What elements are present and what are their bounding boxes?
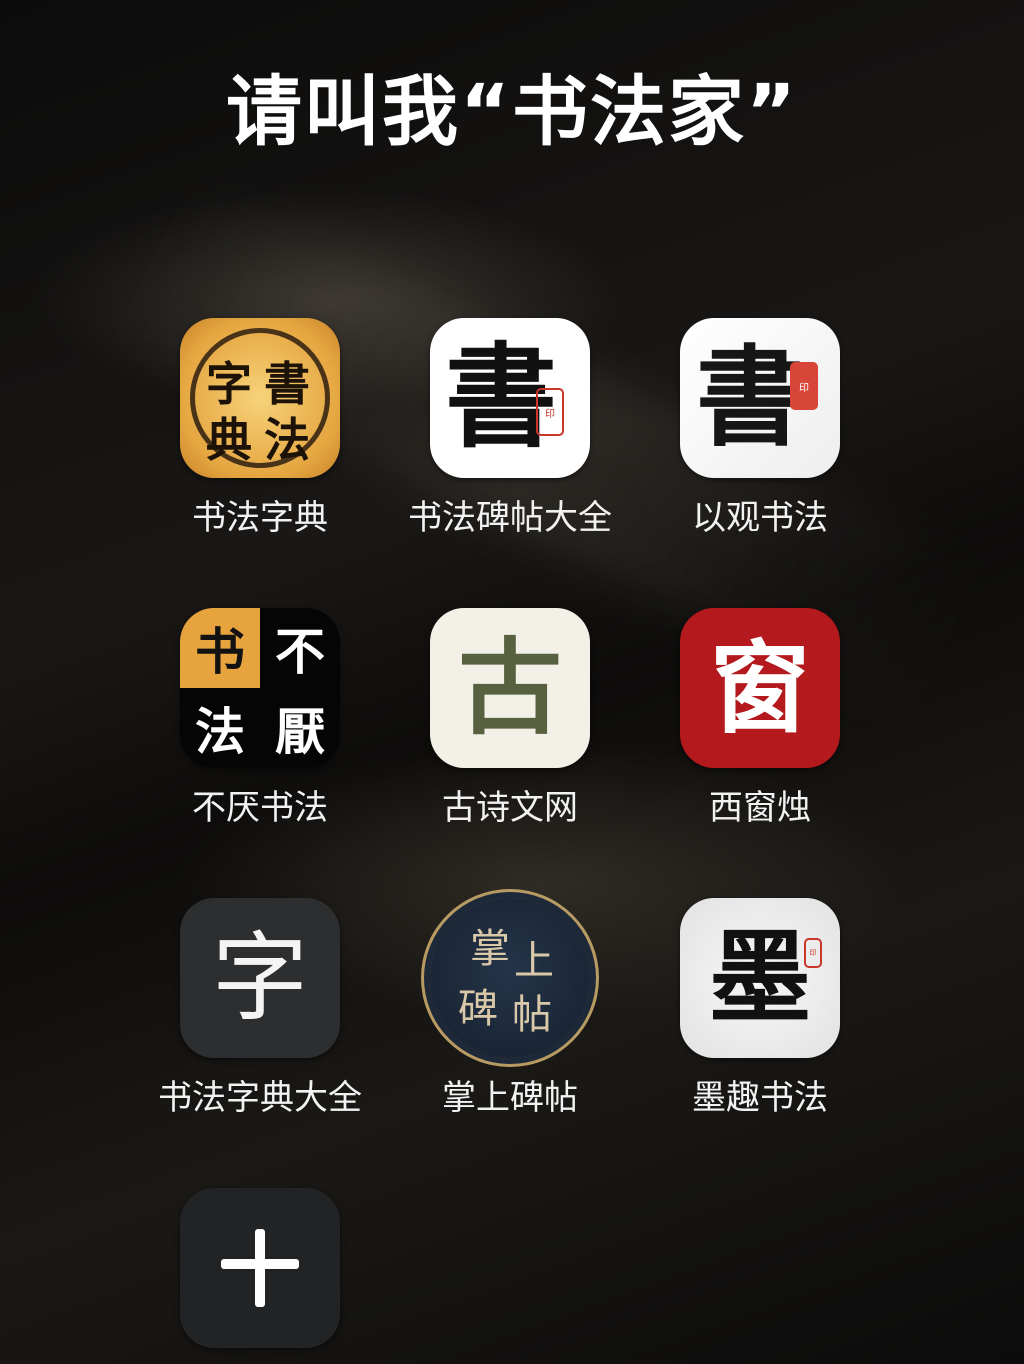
zidian-icon[interactable]: 字 書 典 法 xyxy=(180,318,340,478)
app-tile-zhangshang-beitie[interactable]: 掌 上 碑 帖 掌上碑帖 xyxy=(385,898,635,1148)
app-tile-xichuangzhu[interactable]: 窗 西窗烛 xyxy=(635,608,885,858)
yiguan-glyph: 書 xyxy=(695,335,804,461)
app-tile-moqu[interactable]: 墨 印 墨趣书法 xyxy=(635,898,885,1148)
zhangshang-glyph-3: 碑 xyxy=(458,986,498,1032)
beitie-icon[interactable]: 書 印 xyxy=(430,318,590,478)
zhangshang-icon[interactable]: 掌 上 碑 帖 xyxy=(430,898,590,1058)
zhangshang-glyph-2: 上 xyxy=(514,938,554,984)
plus-icon xyxy=(221,1229,299,1307)
add-app-button[interactable] xyxy=(180,1188,340,1348)
moqu-icon[interactable]: 墨 印 xyxy=(680,898,840,1058)
app-tile-beitie-daquan[interactable]: 書 印 书法碑帖大全 xyxy=(385,318,635,568)
app-label: 以观书法 xyxy=(692,498,828,538)
buyan-glyph-1: 书 xyxy=(180,608,260,688)
red-seal-icon: 印 xyxy=(536,388,564,436)
app-tile-buyan[interactable]: 书 不 法 厭 不厌书法 xyxy=(135,608,385,858)
zhangshang-glyph-1: 掌 xyxy=(470,926,510,972)
xichuang-glyph: 窗 xyxy=(710,629,810,747)
buyan-icon[interactable]: 书 不 法 厭 xyxy=(180,608,340,768)
app-grid: 字 書 典 法 书法字典 書 印 书法碑帖大全 書 印 以观书法 书 不 法 厭… xyxy=(0,0,1024,1364)
app-tile-zidian-daquan[interactable]: 字 书法字典大全 xyxy=(135,898,385,1148)
red-seal-icon: 印 xyxy=(804,938,822,968)
app-tile-shufa-zidian[interactable]: 字 書 典 法 书法字典 xyxy=(135,318,385,568)
yiguan-icon[interactable]: 書 印 xyxy=(680,318,840,478)
app-tile-yiguan[interactable]: 書 印 以观书法 xyxy=(635,318,885,568)
buyan-glyph-3: 法 xyxy=(195,702,245,761)
zidian-glyph-3: 典 xyxy=(206,413,252,467)
app-tile-gushiwen[interactable]: 古 古诗文网 xyxy=(385,608,635,858)
buyan-glyph-4: 厭 xyxy=(275,702,325,761)
app-label: 西窗烛 xyxy=(709,788,811,828)
add-app-tile[interactable] xyxy=(135,1188,385,1348)
app-label: 墨趣书法 xyxy=(692,1078,828,1118)
moqu-glyph: 墨 xyxy=(709,918,811,1038)
gushi-icon[interactable]: 古 xyxy=(430,608,590,768)
xichuang-icon[interactable]: 窗 xyxy=(680,608,840,768)
zidian-glyph-4: 法 xyxy=(264,413,310,467)
zhangshang-glyph-4: 帖 xyxy=(512,992,552,1038)
gushi-glyph: 古 xyxy=(457,626,562,749)
buyan-glyph-2: 不 xyxy=(275,622,325,681)
zidian-daquan-glyph: 字 xyxy=(212,922,308,1034)
zidian-daquan-icon[interactable]: 字 xyxy=(180,898,340,1058)
red-seal-icon: 印 xyxy=(790,362,818,410)
